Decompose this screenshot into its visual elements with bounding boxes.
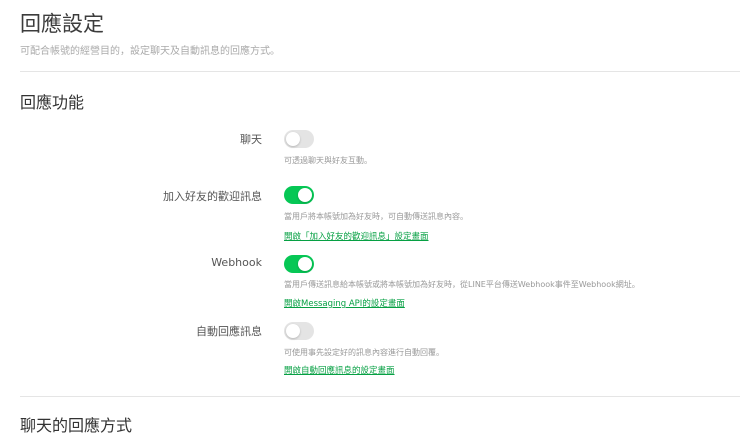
setting-description: 可使用事先設定好的訊息內容進行自動回覆。 [284, 348, 444, 357]
auto-response-settings-link[interactable]: 開啟自動回應訊息的設定畫面 [284, 364, 395, 376]
setting-label-greeting: 加入好友的歡迎訊息 [163, 190, 262, 203]
section-title-chat-response: 聊天的回應方式 [20, 416, 133, 435]
greeting-message-toggle[interactable] [284, 186, 314, 204]
setting-label-auto-response: 自動回應訊息 [196, 325, 262, 338]
chat-toggle[interactable] [284, 130, 314, 148]
messaging-api-settings-link[interactable]: 開啟Messaging API的設定畫面 [284, 297, 405, 309]
setting-description: 可透過聊天與好友互動。 [284, 156, 372, 165]
setting-description: 當用戶傳送訊息給本帳號或將本帳號加為好友時，從LINE平台傳送Webhook事件… [284, 280, 640, 289]
divider [20, 71, 740, 72]
page-title: 回應設定 [20, 12, 104, 36]
divider [20, 396, 740, 397]
page-subtitle: 可配合帳號的經營目的，設定聊天及自動訊息的回應方式。 [20, 46, 280, 57]
webhook-toggle[interactable] [284, 255, 314, 273]
setting-label-webhook: Webhook [211, 256, 262, 269]
auto-response-toggle[interactable] [284, 322, 314, 340]
section-title: 回應功能 [20, 93, 85, 112]
setting-label-chat: 聊天 [240, 133, 262, 146]
greeting-settings-link[interactable]: 開啟「加入好友的歡迎訊息」設定畫面 [284, 230, 429, 242]
setting-description: 當用戶將本帳號加為好友時，可自動傳送訊息內容。 [284, 212, 468, 221]
